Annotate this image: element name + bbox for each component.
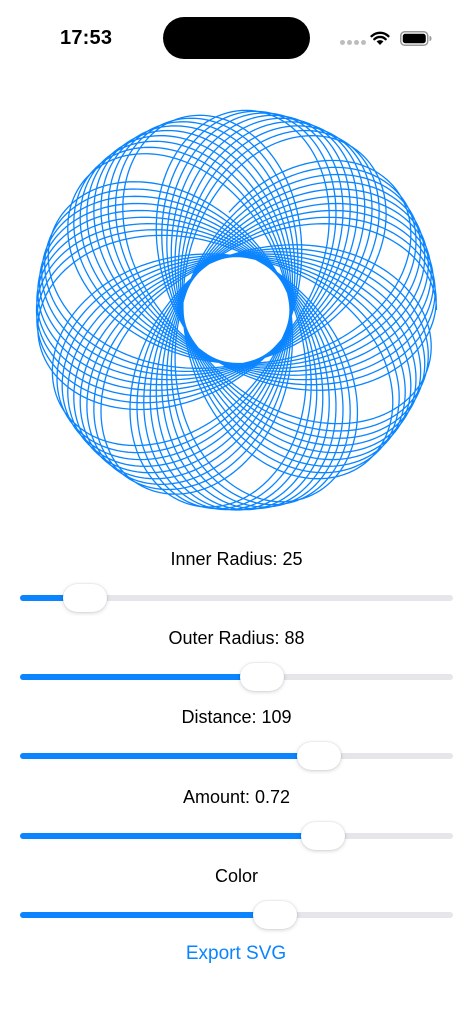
color-label: Color xyxy=(214,866,258,886)
spirograph-canvas xyxy=(0,82,473,522)
amount-label: Amount: 0.72 xyxy=(182,787,291,807)
cellular-signal-icon xyxy=(340,40,368,46)
amount-slider[interactable] xyxy=(20,822,453,852)
distance-control: Distance: 109 xyxy=(0,706,473,776)
outer-radius-slider[interactable] xyxy=(20,663,453,693)
slider-thumb[interactable] xyxy=(240,663,285,691)
battery-icon xyxy=(400,31,432,46)
slider-thumb[interactable] xyxy=(296,742,341,770)
color-slider[interactable] xyxy=(20,901,453,931)
slider-thumb[interactable] xyxy=(253,901,298,929)
wifi-icon xyxy=(370,31,390,45)
slider-fill xyxy=(20,912,276,918)
inner-radius-label: Inner Radius: 25 xyxy=(170,549,303,569)
status-bar: 17:53 xyxy=(0,0,473,80)
spirograph-curve xyxy=(35,109,438,511)
export-svg-button[interactable]: Export SVG xyxy=(136,938,336,970)
distance-label: Distance: 109 xyxy=(181,707,292,727)
slider-fill xyxy=(20,674,263,680)
slider-thumb[interactable] xyxy=(62,584,107,612)
slider-fill xyxy=(20,753,319,759)
status-time: 17:53 xyxy=(60,27,113,49)
slider-thumb[interactable] xyxy=(301,822,346,850)
outer-radius-label: Outer Radius: 88 xyxy=(168,628,305,648)
distance-slider[interactable] xyxy=(20,742,453,772)
inner-radius-slider[interactable] xyxy=(20,584,453,614)
amount-control: Amount: 0.72 xyxy=(0,786,473,856)
dynamic-island xyxy=(163,17,310,59)
inner-radius-control: Inner Radius: 25 xyxy=(0,548,473,618)
outer-radius-control: Outer Radius: 88 xyxy=(0,627,473,697)
color-control: Color xyxy=(0,865,473,935)
slider-fill xyxy=(20,833,324,839)
